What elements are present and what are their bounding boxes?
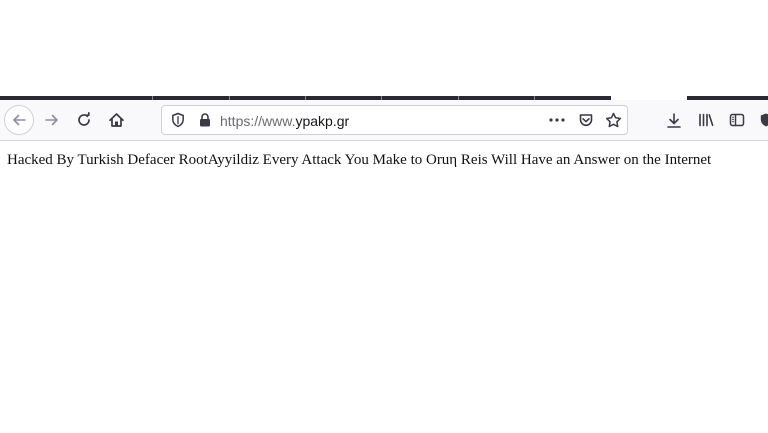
download-icon (666, 112, 682, 129)
url-domain: ypakp.gr (295, 113, 350, 129)
navigation-toolbar: https://www.ypakp.gr (0, 100, 768, 141)
sidebar-button[interactable] (723, 106, 751, 134)
library-icon (698, 112, 715, 128)
bookmark-star-icon[interactable] (605, 112, 622, 128)
deface-message: Hacked By Turkish Defacer RootAyyildiz E… (7, 152, 712, 168)
extension-shield-icon (758, 112, 768, 128)
library-button[interactable] (692, 106, 720, 134)
reload-button[interactable] (70, 106, 98, 134)
lock-icon[interactable] (198, 112, 212, 128)
home-button[interactable] (102, 106, 130, 134)
reload-icon (76, 112, 92, 128)
forward-arrow-icon (44, 112, 60, 128)
forward-button[interactable] (38, 106, 66, 134)
url-scheme-prefix: https://www. (220, 113, 296, 129)
extension-button[interactable] (758, 106, 768, 134)
url-text[interactable]: https://www.ypakp.gr (220, 113, 349, 129)
back-button[interactable] (4, 105, 34, 135)
downloads-button[interactable] (660, 106, 688, 134)
home-icon (108, 112, 125, 128)
sidebar-icon (729, 112, 745, 128)
back-arrow-icon (11, 112, 27, 128)
shield-icon[interactable] (170, 112, 186, 128)
pocket-icon[interactable] (578, 112, 594, 128)
more-dots-icon[interactable] (548, 113, 566, 127)
address-bar[interactable]: https://www.ypakp.gr (161, 105, 628, 135)
